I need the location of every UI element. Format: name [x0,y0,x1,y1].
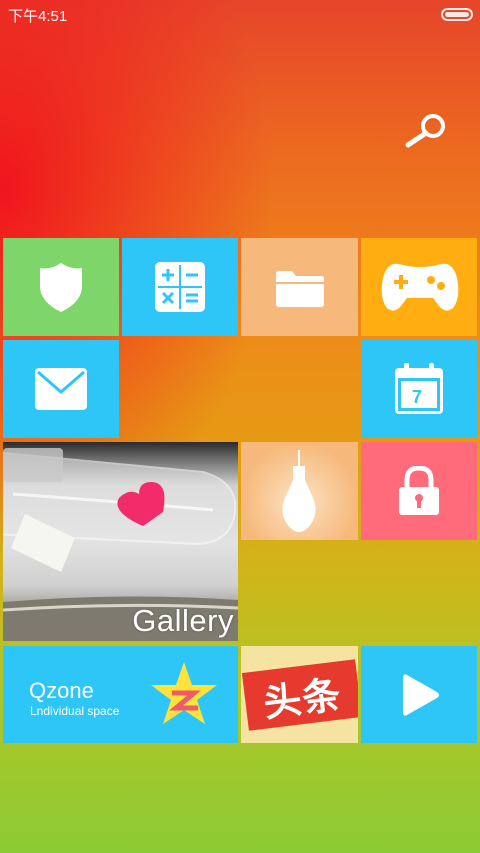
shield-icon [40,263,82,312]
security-tile[interactable] [3,238,119,336]
gallery-label: Gallery [132,603,234,638]
lightbulb-icon [282,450,316,532]
search-icon [405,114,445,148]
calendar-day: 7 [412,387,423,407]
qzone-title: Qzone [29,678,94,703]
lock-icon [399,466,439,515]
lock-tile[interactable] [361,442,477,540]
toutiao-logo: 头条 [241,659,358,731]
calendar-tile[interactable]: 7 [361,340,477,438]
qzone-tile[interactable]: Qzone Lndividual space [3,646,238,743]
gamepad-icon [381,263,459,311]
battery-icon [441,8,473,21]
flashlight-tile[interactable] [241,442,358,540]
gallery-tile[interactable]: Gallery [3,442,238,641]
mail-tile[interactable] [3,340,119,438]
video-tile[interactable] [361,646,477,743]
qzone-star-icon [151,662,217,724]
toutiao-tile[interactable]: 头条 [241,646,358,743]
games-tile[interactable] [361,238,477,336]
status-bar: 下午4:51 [0,0,480,28]
calculator-tile[interactable] [122,238,238,336]
folder-icon [276,271,324,307]
status-time: 下午4:51 [8,8,68,25]
play-icon [403,674,439,716]
mail-icon [35,368,87,410]
qzone-subtitle: Lndividual space [30,704,120,718]
file-manager-tile[interactable] [241,238,358,336]
calculator-icon [155,262,205,312]
search-button[interactable] [402,112,448,152]
